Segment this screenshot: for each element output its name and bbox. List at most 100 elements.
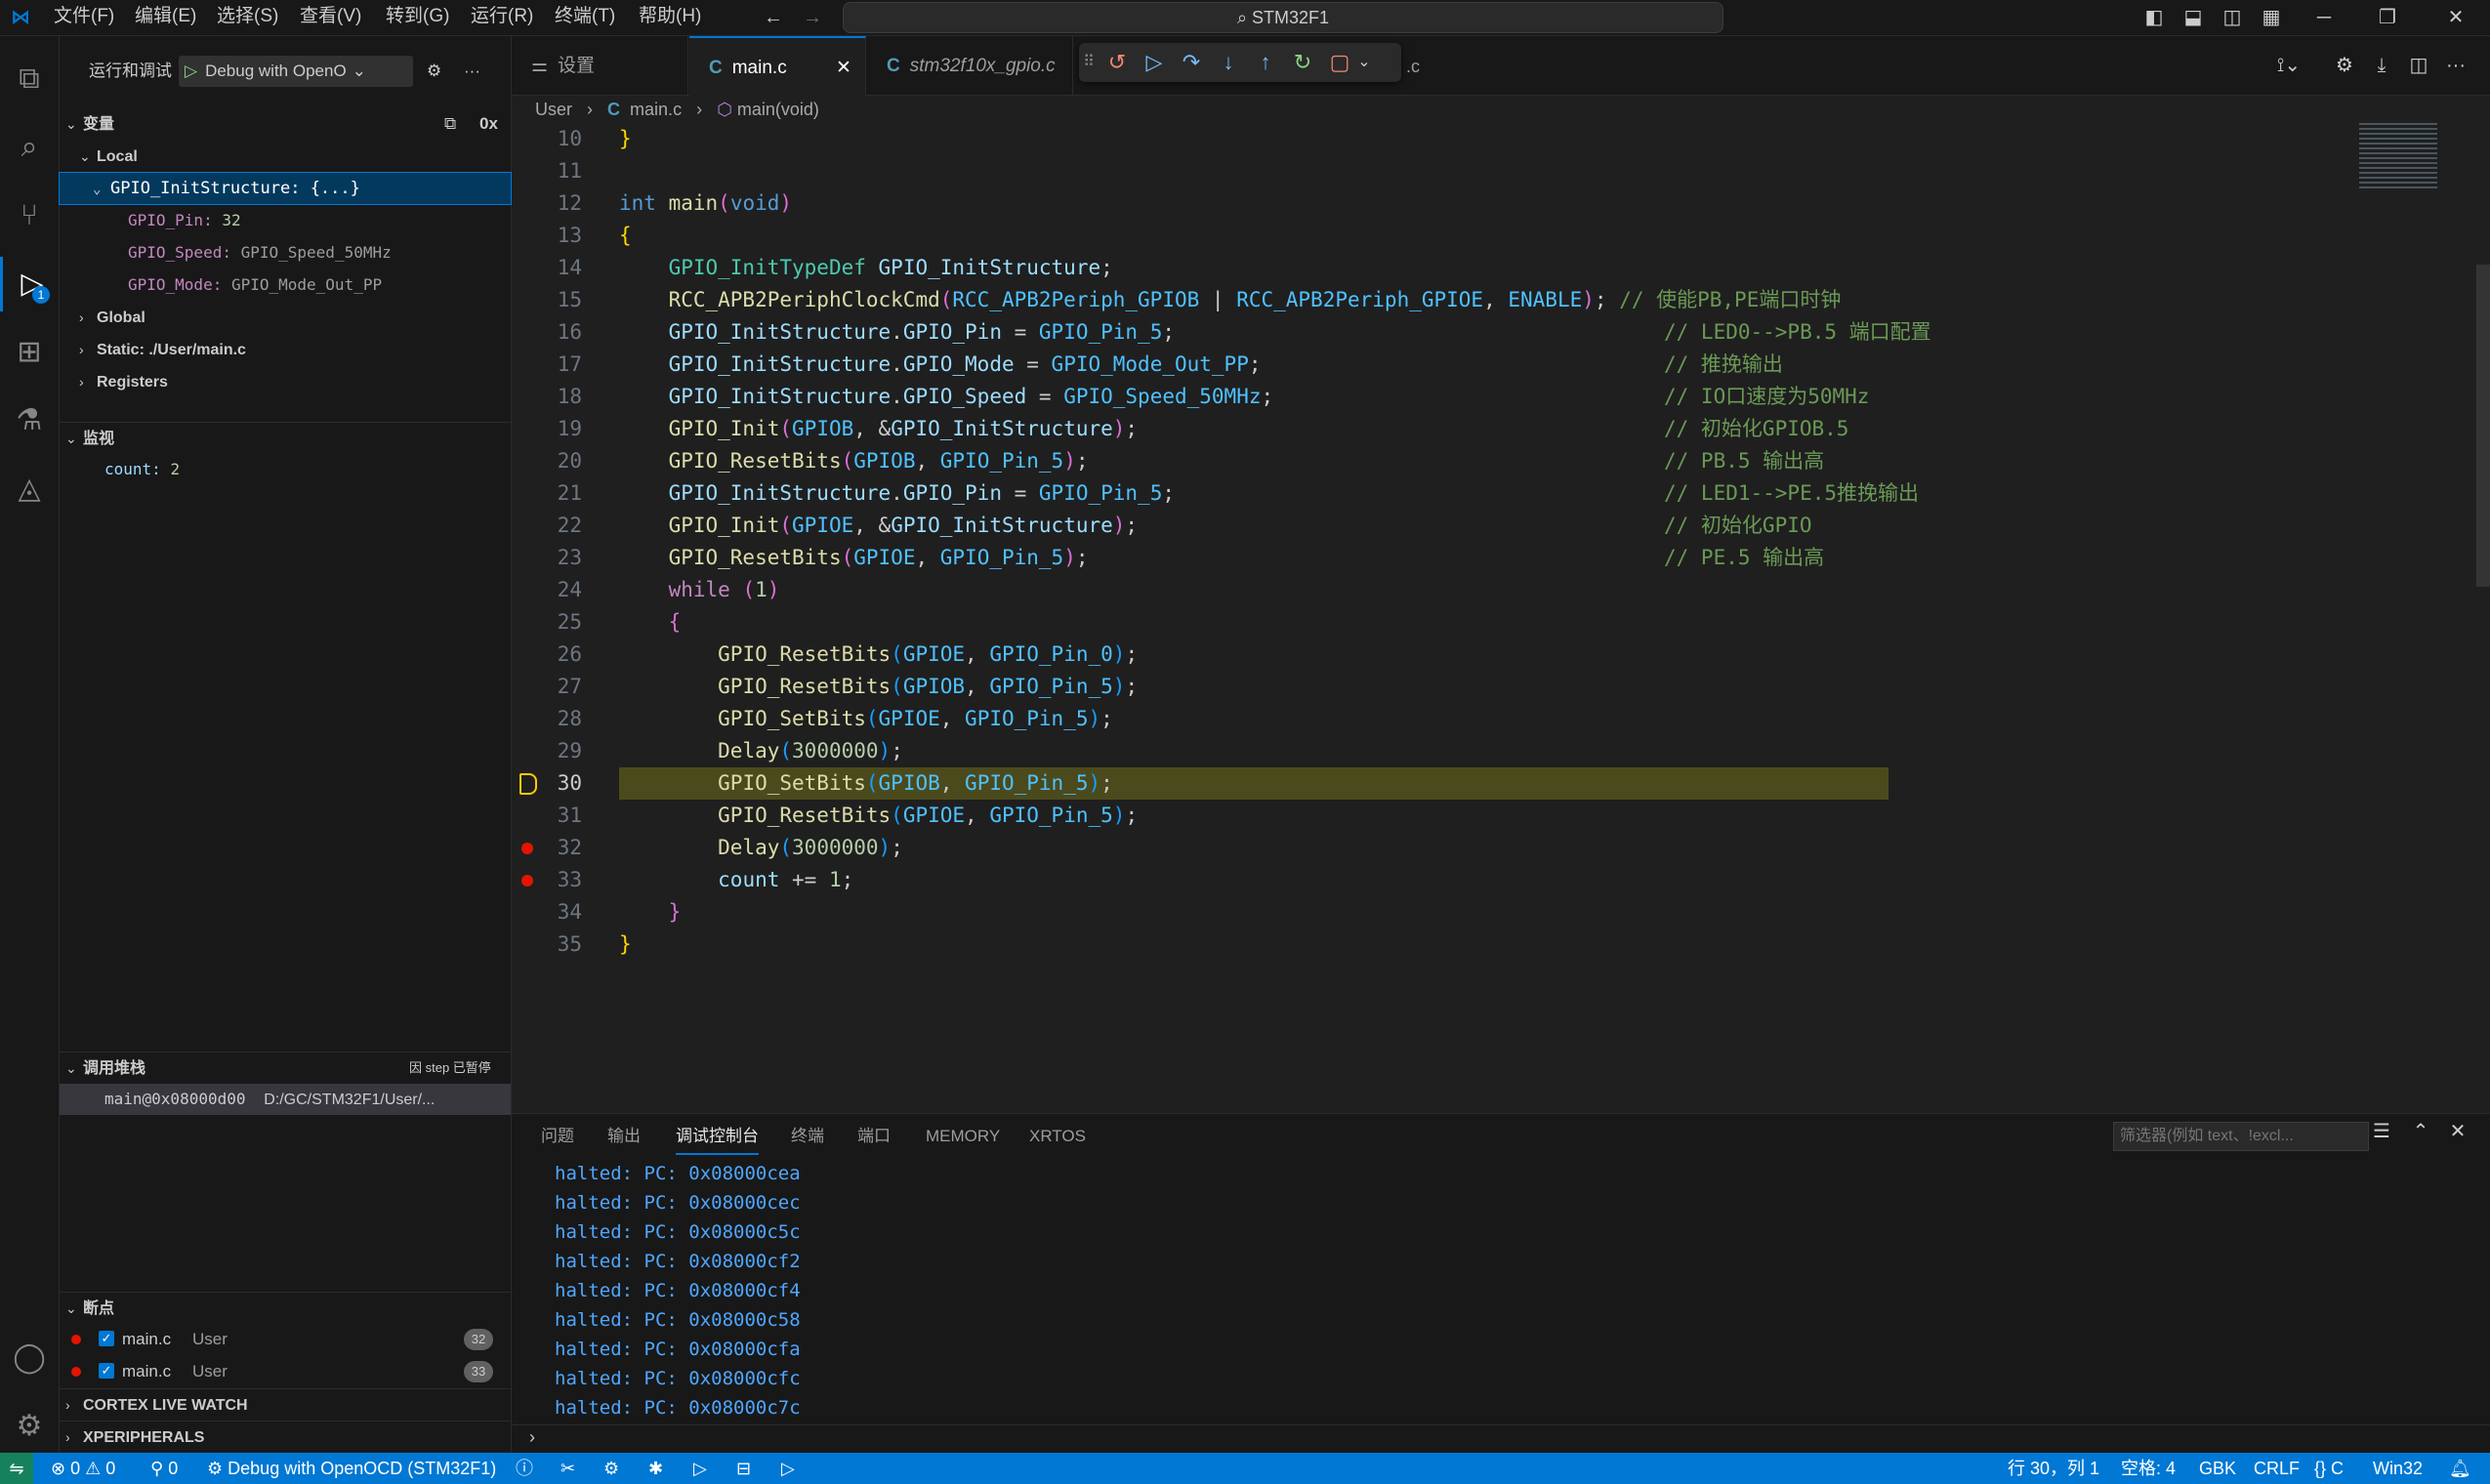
breadcrumb-symbol[interactable]: main(void): [737, 100, 819, 119]
step-out-icon[interactable]: ↑: [1247, 43, 1284, 82]
toggle-primary-sidebar-icon[interactable]: ◧: [2140, 4, 2168, 31]
breadcrumb-folder[interactable]: User: [535, 100, 572, 119]
breakpoint-checkbox[interactable]: ✓: [99, 1331, 114, 1346]
toggle-secondary-sidebar-icon[interactable]: ◫: [2219, 4, 2246, 31]
close-tab-icon[interactable]: ✕: [836, 38, 851, 99]
toggle-panel-icon[interactable]: ⬓: [2179, 4, 2207, 31]
manage-gear-icon[interactable]: ⚙: [0, 1399, 59, 1454]
menu-run[interactable]: 运行(R): [471, 0, 533, 35]
breakpoint-marker-icon[interactable]: [521, 875, 533, 886]
menu-view[interactable]: 查看(V): [300, 0, 361, 35]
split-editor-icon[interactable]: ◫: [2404, 52, 2433, 79]
ports-indicator[interactable]: ⚲ 0: [150, 1453, 178, 1484]
breakpoint-item[interactable]: ✓ main.c User 32: [60, 1324, 511, 1355]
command-center-search[interactable]: ⌕ STM32F1: [843, 2, 1723, 33]
indentation[interactable]: 空格: 4: [2121, 1453, 2176, 1484]
run-file-icon[interactable]: ▷: [781, 1453, 795, 1484]
tab-main-c[interactable]: Cmain.c ✕: [689, 36, 866, 97]
console-filter-input[interactable]: [2113, 1122, 2369, 1151]
chevron-down-icon[interactable]: ⌄: [1352, 43, 1376, 82]
breakpoints-section-header[interactable]: ⌄ 断点: [60, 1292, 511, 1324]
panel-tab-problems[interactable]: 问题: [541, 1114, 574, 1157]
maximize-panel-icon[interactable]: ⌃: [2406, 1118, 2435, 1145]
cortex-debug-icon[interactable]: ◬: [0, 462, 59, 516]
callstack-section-header[interactable]: ⌄ 调用堆栈 因 step 已暂停: [60, 1051, 511, 1084]
notifications-bell-icon[interactable]: 🔔︎: [2449, 1453, 2471, 1484]
watch-expression-row[interactable]: count: 2: [60, 454, 511, 485]
breakpoint-item[interactable]: ✓ main.c User 33: [60, 1356, 511, 1387]
panel-tab-xrtos[interactable]: XRTOS: [1029, 1114, 1086, 1157]
tab-settings[interactable]: ⚌ 设置: [512, 36, 688, 95]
problems-indicator[interactable]: ⊗ 0 ⚠ 0: [51, 1453, 115, 1484]
menu-go[interactable]: 转到(G): [386, 0, 449, 35]
panel-tab-output[interactable]: 输出: [607, 1114, 641, 1157]
settings-gear-icon[interactable]: ⚙: [603, 1453, 619, 1484]
scope-global[interactable]: › Global: [60, 302, 511, 333]
variables-section-header[interactable]: ⌄ 变量 ⧉ 0x: [60, 108, 511, 140]
menu-terminal[interactable]: 终端(T): [555, 0, 615, 35]
debug-config-dropdown[interactable]: ▷ Debug with OpenO ⌄: [179, 56, 413, 87]
run-toolbar-icon[interactable]: ⟟⌄: [2269, 52, 2308, 79]
forward-arrow-icon[interactable]: →: [799, 4, 826, 31]
breakpoint-checkbox[interactable]: ✓: [99, 1363, 114, 1379]
step-over-icon[interactable]: ↷: [1173, 43, 1210, 82]
hex-toggle[interactable]: 0x: [479, 108, 498, 140]
debug-session-indicator[interactable]: ⚙ Debug with OpenOCD (STM32F1): [207, 1453, 496, 1484]
step-into-icon[interactable]: ↓: [1210, 43, 1247, 82]
tab-stm32f10x-gpio-c[interactable]: Cstm32f10x_gpio.c: [867, 36, 1073, 95]
drag-handle-icon[interactable]: ⠿: [1079, 43, 1099, 82]
end-of-line[interactable]: CRLF: [2254, 1453, 2300, 1484]
scope-static[interactable]: › Static: ./User/main.c: [60, 334, 511, 365]
encoding[interactable]: GBK: [2199, 1453, 2236, 1484]
breadcrumb-file[interactable]: main.c: [630, 100, 682, 119]
debug-settings-icon[interactable]: ⚙: [2330, 52, 2359, 79]
extensions-icon[interactable]: ⊞: [0, 325, 59, 380]
watch-section-header[interactable]: ⌄ 监视: [60, 422, 511, 454]
remote-indicator-icon[interactable]: ⇋: [0, 1453, 33, 1484]
breakpoint-marker-icon[interactable]: [521, 843, 533, 854]
panel-tab-terminal[interactable]: 终端: [791, 1114, 824, 1157]
search-view-icon[interactable]: ⌕: [0, 120, 59, 175]
start-debug-play-icon[interactable]: ▷: [185, 62, 197, 80]
xperipherals-section[interactable]: › XPERIPHERALS: [60, 1421, 511, 1453]
more-actions-icon[interactable]: ···: [464, 54, 480, 89]
customize-layout-icon[interactable]: ▦: [2258, 4, 2285, 31]
collapse-all-icon[interactable]: ⧉: [444, 108, 456, 140]
build-icon[interactable]: ⊟: [736, 1453, 751, 1484]
continue-icon[interactable]: ▷: [1136, 43, 1173, 82]
scope-registers[interactable]: › Registers: [60, 366, 511, 397]
scrollbar[interactable]: [2476, 265, 2490, 587]
run-and-debug-icon[interactable]: ▷ 1: [0, 257, 62, 311]
restart-icon[interactable]: ↻: [1284, 43, 1321, 82]
menu-edit[interactable]: 编辑(E): [135, 0, 196, 35]
cursor-position[interactable]: 行 30，列 1: [2008, 1453, 2099, 1484]
restore-icon[interactable]: ❐: [2368, 4, 2407, 31]
menu-help[interactable]: 帮助(H): [639, 0, 701, 35]
bug-icon[interactable]: ✱: [648, 1453, 663, 1484]
code-editor[interactable]: 10 11 12 13 14 15 16 17 18 19 20 21 22 2…: [512, 123, 2490, 1109]
callstack-frame[interactable]: main@0x08000d00 D:/GC/STM32F1/User/...: [60, 1084, 511, 1115]
menu-selection[interactable]: 选择(S): [217, 0, 278, 35]
variable-field-row[interactable]: GPIO_Mode: GPIO_Mode_Out_PP: [60, 269, 511, 301]
panel-tab-memory[interactable]: MEMORY: [926, 1114, 1000, 1157]
tools-icon[interactable]: ✂: [560, 1453, 575, 1484]
variable-struct-row[interactable]: ⌄ GPIO_InitStructure: {...}: [59, 172, 512, 205]
clear-console-icon[interactable]: ☰: [2367, 1118, 2396, 1145]
info-icon[interactable]: ⓘ: [516, 1453, 533, 1484]
reset-device-icon[interactable]: ↺: [1099, 43, 1136, 82]
testing-icon[interactable]: ⚗: [0, 393, 59, 448]
panel-tab-ports[interactable]: 端口: [857, 1114, 891, 1157]
minimap[interactable]: [2359, 123, 2437, 191]
tab-overflow[interactable]: .c: [1406, 36, 1420, 95]
close-panel-icon[interactable]: ✕: [2443, 1118, 2472, 1145]
debug-settings-gear-icon[interactable]: ⚙: [427, 54, 441, 89]
save-download-icon[interactable]: ⤓: [2367, 52, 2396, 79]
cortex-live-watch-section[interactable]: › CORTEX LIVE WATCH: [60, 1388, 511, 1421]
close-window-icon[interactable]: ✕: [2436, 4, 2475, 31]
back-arrow-icon[interactable]: ←: [760, 4, 787, 31]
panel-tab-debug-console[interactable]: 调试控制台: [676, 1114, 759, 1155]
language-mode[interactable]: {} C: [2314, 1453, 2344, 1484]
variable-field-row[interactable]: GPIO_Pin: 32: [60, 205, 511, 236]
minimize-icon[interactable]: ─: [2304, 4, 2344, 31]
run-icon[interactable]: ▷: [693, 1453, 707, 1484]
